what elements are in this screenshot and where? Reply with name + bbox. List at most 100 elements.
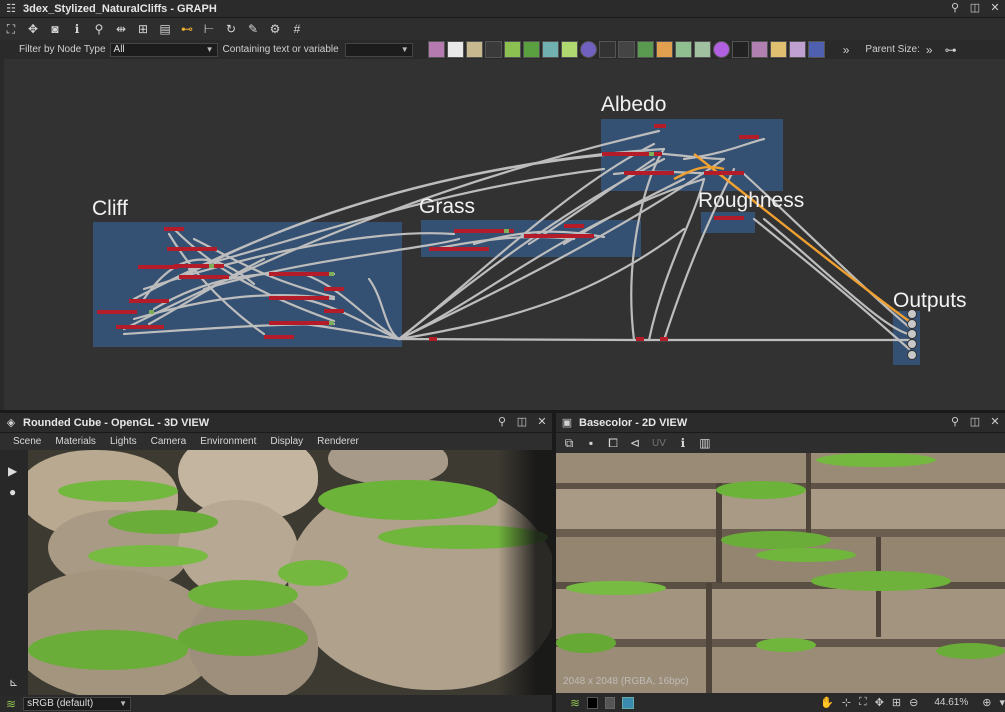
fit-icon[interactable]: ⛶ [859, 696, 867, 709]
pin-icon[interactable]: ⚲ [949, 2, 961, 15]
bitmap-node-icon[interactable] [427, 41, 445, 58]
menu-renderer[interactable]: Renderer [317, 436, 359, 447]
tools-icon[interactable]: ✎ [244, 20, 262, 38]
viewport-2d[interactable]: 2048 x 2048 (RGBA, 16bpc) [556, 453, 1005, 693]
color-node-icon[interactable] [712, 41, 730, 58]
blend-node-icon[interactable] [579, 41, 597, 58]
close-icon[interactable]: ✕ [989, 416, 1001, 429]
colorspace-select[interactable]: sRGB (default) ▼ [23, 696, 132, 711]
menu-display[interactable]: Display [270, 436, 303, 447]
save-icon[interactable]: ▪ [582, 434, 600, 452]
fit-view-icon[interactable]: ⛶ [2, 20, 20, 38]
frame-label-grass: Grass [419, 195, 476, 218]
info-icon[interactable]: ℹ [68, 20, 86, 38]
warning-node-icon[interactable] [769, 41, 787, 58]
pan-icon[interactable]: ✥ [24, 20, 42, 38]
normal-node-icon[interactable] [522, 41, 540, 58]
more-nodes-button[interactable]: » [843, 43, 850, 57]
layout-icon[interactable]: ⊞ [134, 20, 152, 38]
refresh-icon[interactable]: ↻ [222, 20, 240, 38]
menu-lights[interactable]: Lights [110, 436, 137, 447]
grid-node-icon[interactable] [598, 41, 616, 58]
warp-node-icon[interactable] [541, 41, 559, 58]
levels-node-icon[interactable] [465, 41, 483, 58]
channel-toggle-icon[interactable] [604, 696, 615, 709]
duplicate-icon[interactable]: ⧠ [604, 434, 622, 452]
uniform-color-node-icon[interactable] [446, 41, 464, 58]
close-icon[interactable]: ✕ [536, 416, 548, 429]
pin-icon[interactable]: ⚲ [949, 416, 961, 429]
maximize-icon[interactable]: ◫ [969, 2, 981, 15]
menu-environment[interactable]: Environment [200, 436, 256, 447]
node-type-filter-select[interactable]: All ▼ [109, 42, 218, 57]
view2d-toolbar: ⧉ ▪ ⧠ ⊲ UV ℹ ▥ [556, 433, 1005, 453]
settings-icon[interactable]: ⚙ [266, 20, 284, 38]
crop-tool-icon[interactable]: ⊹ [842, 696, 851, 709]
moss-patch [58, 480, 178, 502]
zoom-in-icon[interactable]: ⊕ [982, 696, 991, 709]
light-bulb-icon[interactable]: ● [9, 485, 16, 499]
gradient-node-icon[interactable] [560, 41, 578, 58]
output-node-icon[interactable] [636, 41, 654, 58]
layers-icon[interactable]: ≋ [570, 696, 580, 710]
center-icon[interactable]: ✥ [875, 696, 884, 709]
moss-patch [188, 580, 298, 610]
maximize-icon[interactable]: ◫ [969, 416, 981, 429]
moss-patch [278, 560, 348, 586]
transform-node-icon[interactable] [617, 41, 635, 58]
uv-toggle[interactable]: UV [652, 438, 666, 449]
share-icon[interactable]: ⊲ [626, 434, 644, 452]
frame-icon[interactable]: ▤ [156, 20, 174, 38]
connect-icon[interactable]: ⊢ [200, 20, 218, 38]
pin-icon[interactable]: ⚲ [496, 416, 508, 429]
black-swatch[interactable] [587, 696, 598, 709]
info-icon[interactable]: ℹ [674, 434, 692, 452]
menu-scene[interactable]: Scene [13, 436, 41, 447]
curve-node-icon[interactable] [503, 41, 521, 58]
moss-patch [566, 581, 666, 595]
pixel-processor-node-icon[interactable] [731, 41, 749, 58]
video-camera-icon[interactable]: ▶ [8, 464, 17, 478]
grid-icon[interactable]: # [288, 20, 306, 38]
zoom-out-icon[interactable]: ⊖ [909, 696, 918, 709]
axis-icon[interactable]: ⊾ [9, 676, 18, 689]
zoom-menu-icon[interactable]: ▾ [999, 696, 1005, 709]
histogram-node-icon[interactable] [693, 41, 711, 58]
histogram-icon[interactable]: ▥ [696, 434, 714, 452]
frame-node-icon[interactable] [807, 41, 825, 58]
switch-node-icon[interactable] [655, 41, 673, 58]
moss-patch [556, 633, 616, 653]
frame-label-cliff: Cliff [92, 197, 128, 220]
display-toggle-icon[interactable] [621, 696, 635, 709]
search-input[interactable]: ▼ [344, 42, 413, 57]
text-node-icon[interactable] [788, 41, 806, 58]
view3d-side-toolbar: ▶ ● ⊾ [0, 450, 28, 695]
close-icon[interactable]: ✕ [989, 2, 1001, 15]
viewport-3d[interactable] [28, 450, 552, 695]
graph-canvas[interactable]: Albedo Cliff Grass Roughness Outputs [4, 59, 1005, 410]
parent-size-more-button[interactable]: » [926, 43, 933, 57]
view3d-menubar: Scene Materials Lights Camera Environmen… [0, 433, 552, 450]
node-graph [97, 124, 917, 360]
layers-icon[interactable]: ≋ [6, 697, 16, 711]
output-nodes [907, 309, 917, 360]
search-icon[interactable]: ⚲ [90, 20, 108, 38]
menu-camera[interactable]: Camera [151, 436, 187, 447]
toggle-panel-icon[interactable]: ⊶ [945, 43, 957, 57]
sharpen-node-icon[interactable] [674, 41, 692, 58]
shuffle-node-icon[interactable] [484, 41, 502, 58]
node-type-filter-value: All [113, 43, 125, 55]
graph-window-icon: ☷ [6, 2, 16, 15]
frame-all-icon[interactable]: ⊞ [892, 696, 901, 709]
copy-view-icon[interactable]: ⧉ [560, 434, 578, 452]
maximize-icon[interactable]: ◫ [516, 416, 528, 429]
moss-patch [88, 545, 208, 567]
menu-materials[interactable]: Materials [55, 436, 96, 447]
rock-strata [556, 589, 1005, 639]
link-icon[interactable]: ⊷ [178, 20, 196, 38]
align-icon[interactable]: ⇹ [112, 20, 130, 38]
moss-patch [936, 643, 1005, 659]
camera-icon[interactable]: ◙ [46, 20, 64, 38]
pan-tool-icon[interactable]: ✋ [820, 696, 834, 709]
fx-map-node-icon[interactable] [750, 41, 768, 58]
